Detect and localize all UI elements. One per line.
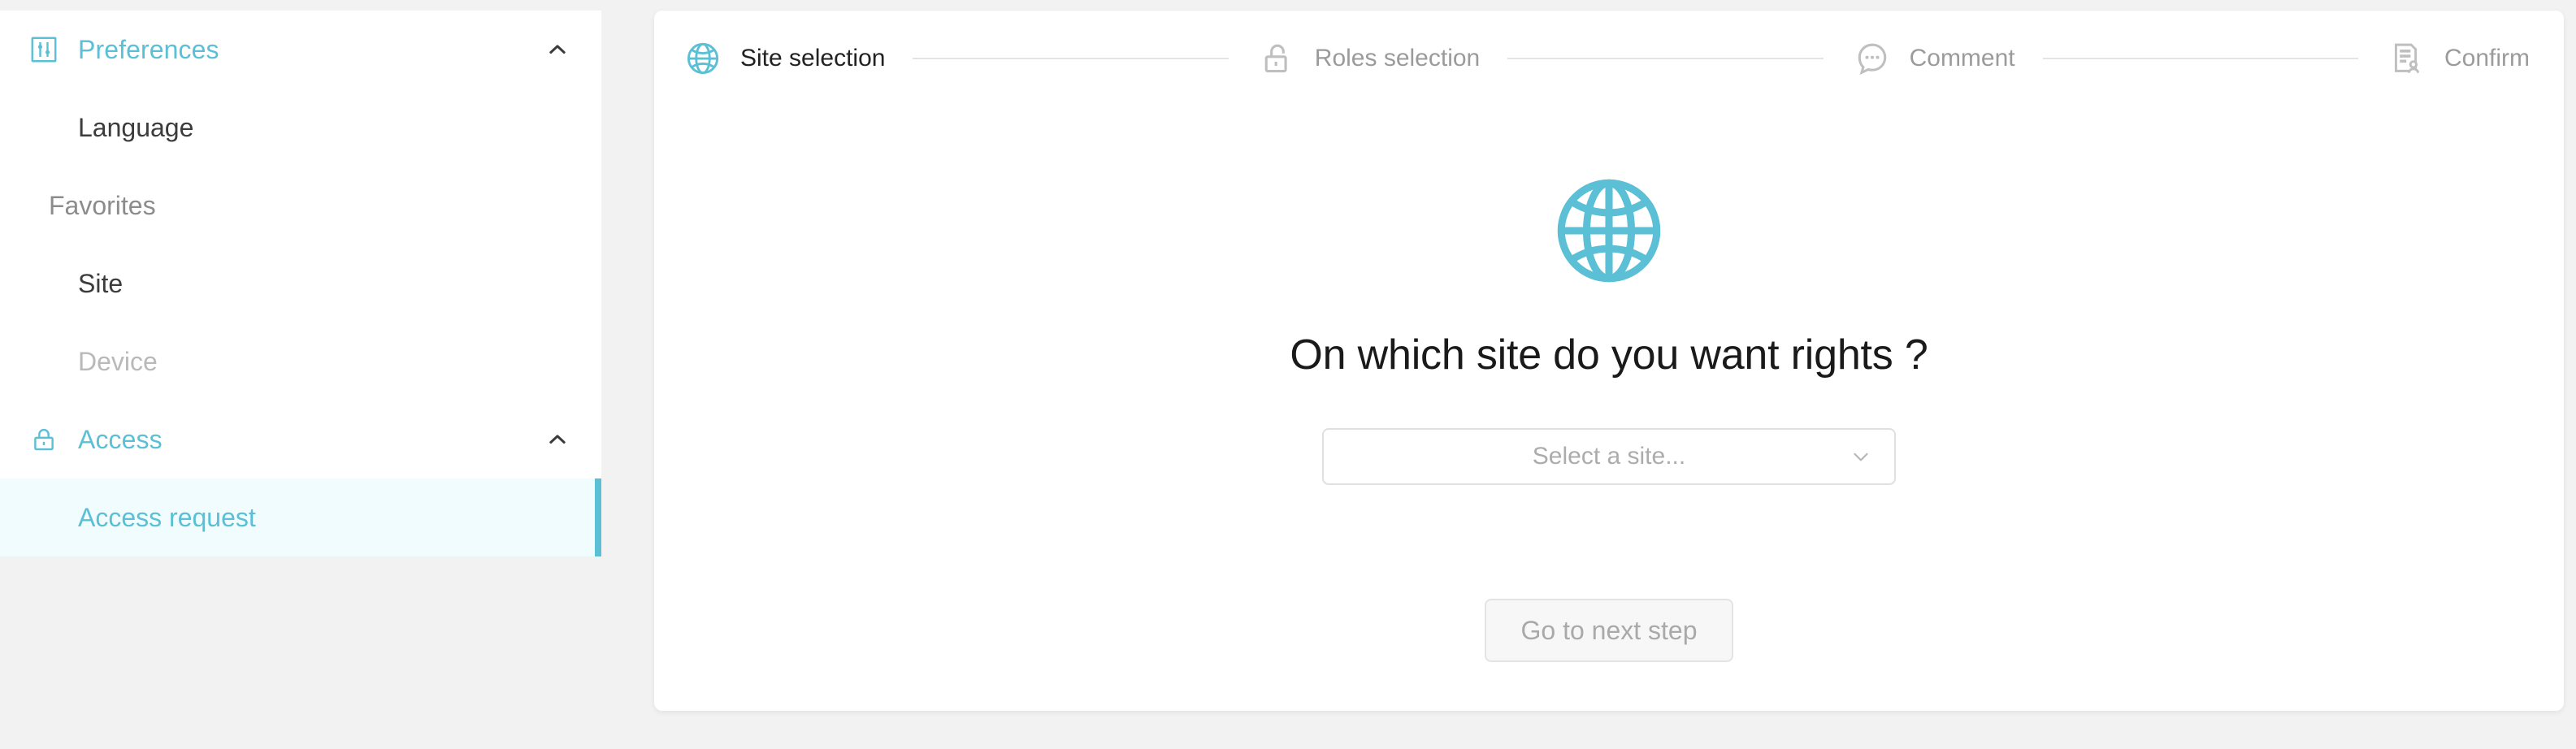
globe-icon [682, 37, 724, 80]
sliders-icon [28, 33, 60, 66]
chevron-down-icon[interactable] [1847, 443, 1875, 470]
step-label: Site selection [740, 45, 886, 71]
step-label: Comment [1909, 45, 2015, 71]
unlock-icon [1256, 37, 1299, 80]
step-connector [913, 58, 1229, 59]
go-to-next-step-button[interactable]: Go to next step [1485, 599, 1733, 662]
sidebar-group-preferences[interactable]: Preferences [0, 11, 601, 89]
comment-bubble-icon [1851, 37, 1893, 80]
sidebar-item-language[interactable]: Language [0, 89, 601, 167]
lock-icon [28, 423, 60, 456]
sidebar-item-device[interactable]: Device [0, 323, 601, 400]
step-connector [1507, 58, 1824, 59]
main-panel: Site selection Roles selection Comment C… [654, 11, 2564, 711]
site-select[interactable]: Select a site... [1322, 428, 1896, 485]
step-connector [2042, 58, 2358, 59]
sidebar-section-label: Favorites [49, 190, 156, 220]
sidebar-item-label: Language [78, 112, 194, 142]
sidebar-group-access[interactable]: Access [0, 400, 601, 478]
document-user-icon [2386, 37, 2428, 80]
page-title: On which site do you want rights ? [1290, 331, 1928, 379]
site-select-placeholder: Select a site... [1532, 443, 1686, 470]
sidebar-group-label: Preferences [78, 34, 219, 64]
sidebar-group-label: Access [78, 424, 163, 454]
chevron-up-icon[interactable] [541, 33, 574, 66]
sidebar-item-label: Access request [78, 502, 256, 532]
sidebar: Preferences Language Favorites Site Devi… [0, 11, 601, 556]
sidebar-item-label: Device [78, 346, 158, 376]
sidebar-item-access-request[interactable]: Access request [0, 478, 601, 556]
sidebar-item-site[interactable]: Site [0, 245, 601, 323]
step-roles-selection[interactable]: Roles selection [1256, 37, 1480, 80]
step-confirm[interactable]: Confirm [2386, 37, 2530, 80]
wizard-stepper: Site selection Roles selection Comment C… [654, 11, 2564, 106]
access-request-page: Preferences Language Favorites Site Devi… [0, 0, 2576, 749]
site-selection-content: On which site do you want rights ? Selec… [654, 106, 2564, 662]
step-comment[interactable]: Comment [1851, 37, 2015, 80]
sidebar-section-favorites: Favorites [0, 167, 601, 245]
chevron-up-icon[interactable] [541, 423, 574, 456]
step-label: Roles selection [1314, 45, 1481, 71]
globe-icon [1548, 170, 1670, 292]
sidebar-item-label: Site [78, 268, 124, 298]
step-site-selection[interactable]: Site selection [682, 37, 885, 80]
step-label: Confirm [2444, 45, 2530, 71]
